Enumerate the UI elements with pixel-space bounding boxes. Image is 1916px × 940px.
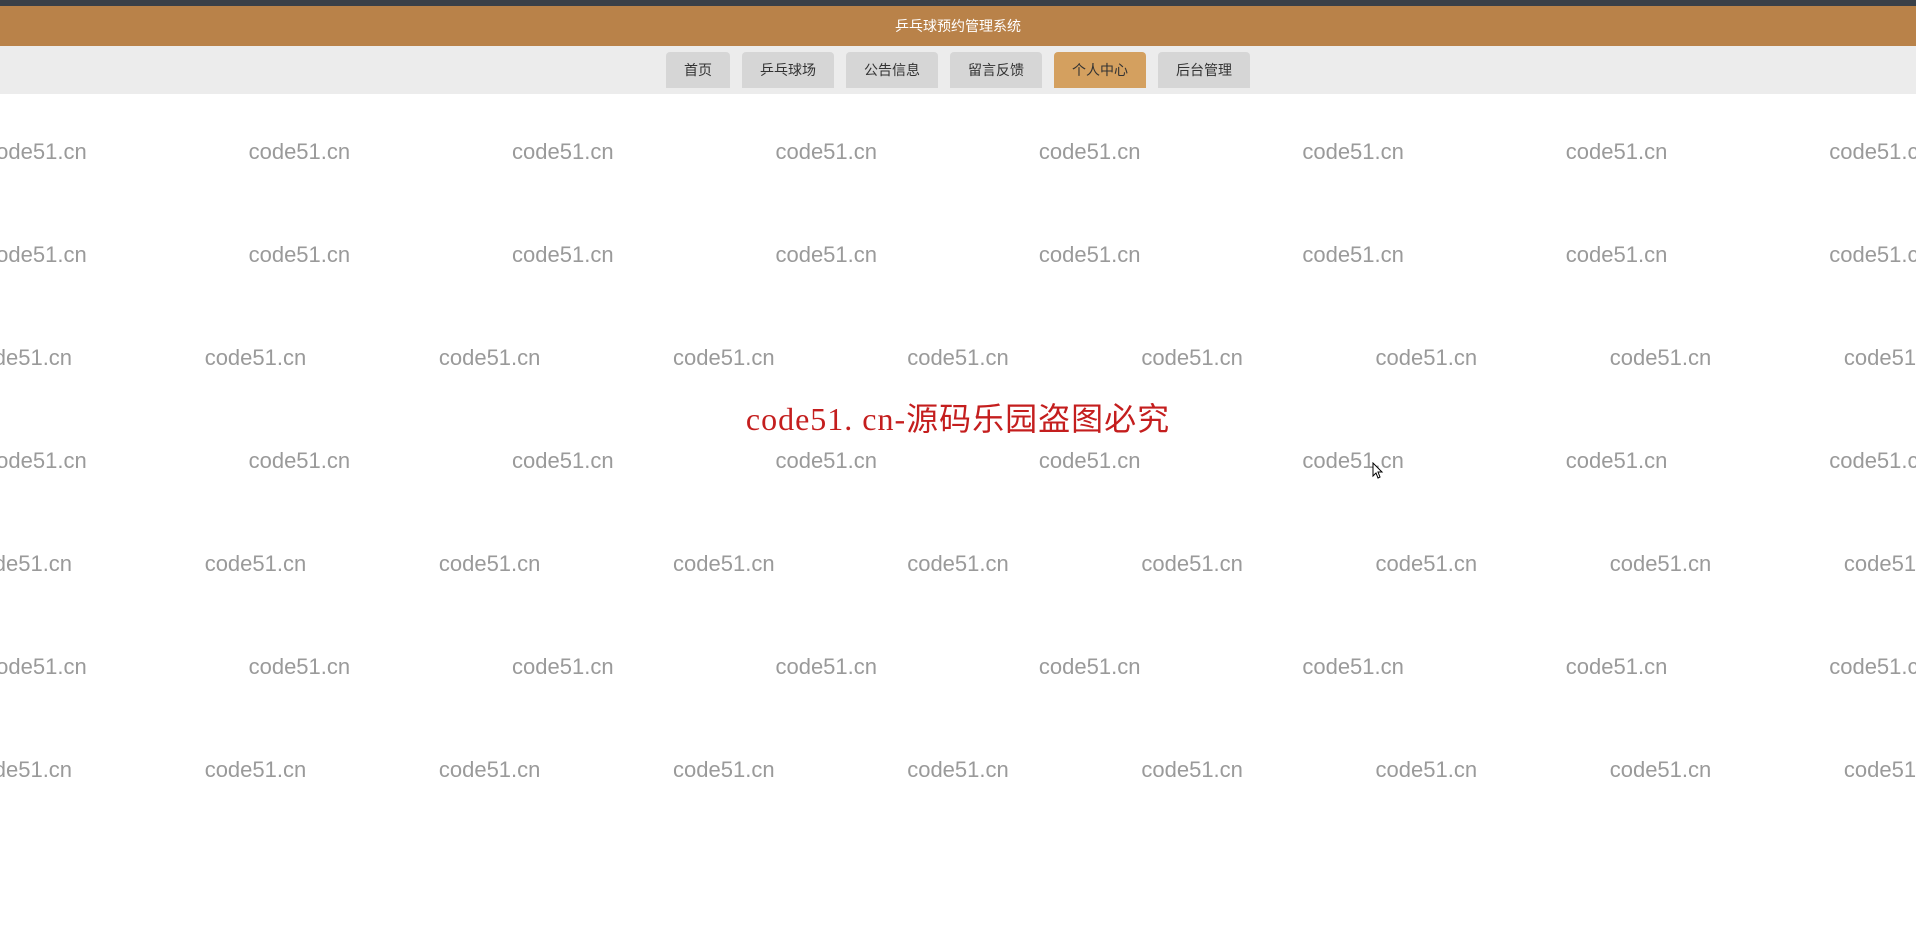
watermark-row: code51.cn code51.cn code51.cn code51.cn …: [0, 654, 1916, 680]
center-notice-text: code51. cn-源码乐园盗图必究: [746, 394, 1170, 440]
nav-home[interactable]: 首页: [666, 52, 730, 88]
watermark-row: code51.cn code51.cn code51.cn code51.cn …: [0, 448, 1916, 474]
watermark-layer: code51.cn code51.cn code51.cn code51.cn …: [0, 94, 1916, 940]
nav-announcement[interactable]: 公告信息: [846, 52, 938, 88]
page-header: 乒乓球预约管理系统: [0, 6, 1916, 46]
nav-feedback[interactable]: 留言反馈: [950, 52, 1042, 88]
nav-court[interactable]: 乒乓球场: [742, 52, 834, 88]
watermark-row: code51.cn code51.cn code51.cn code51.cn …: [0, 757, 1916, 783]
watermark-row: code51.cn code51.cn code51.cn code51.cn …: [0, 242, 1916, 268]
page-title: 乒乓球预约管理系统: [895, 16, 1021, 36]
cursor-icon: [1372, 462, 1386, 485]
main-nav: 首页 乒乓球场 公告信息 留言反馈 个人中心 后台管理: [0, 46, 1916, 94]
content-area: code51.cn code51.cn code51.cn code51.cn …: [0, 94, 1916, 940]
nav-personal-center[interactable]: 个人中心: [1054, 52, 1146, 88]
watermark-row: code51.cn code51.cn code51.cn code51.cn …: [0, 139, 1916, 165]
watermark-row: code51.cn code51.cn code51.cn code51.cn …: [0, 345, 1916, 371]
watermark-row: code51.cn code51.cn code51.cn code51.cn …: [0, 551, 1916, 577]
nav-admin[interactable]: 后台管理: [1158, 52, 1250, 88]
